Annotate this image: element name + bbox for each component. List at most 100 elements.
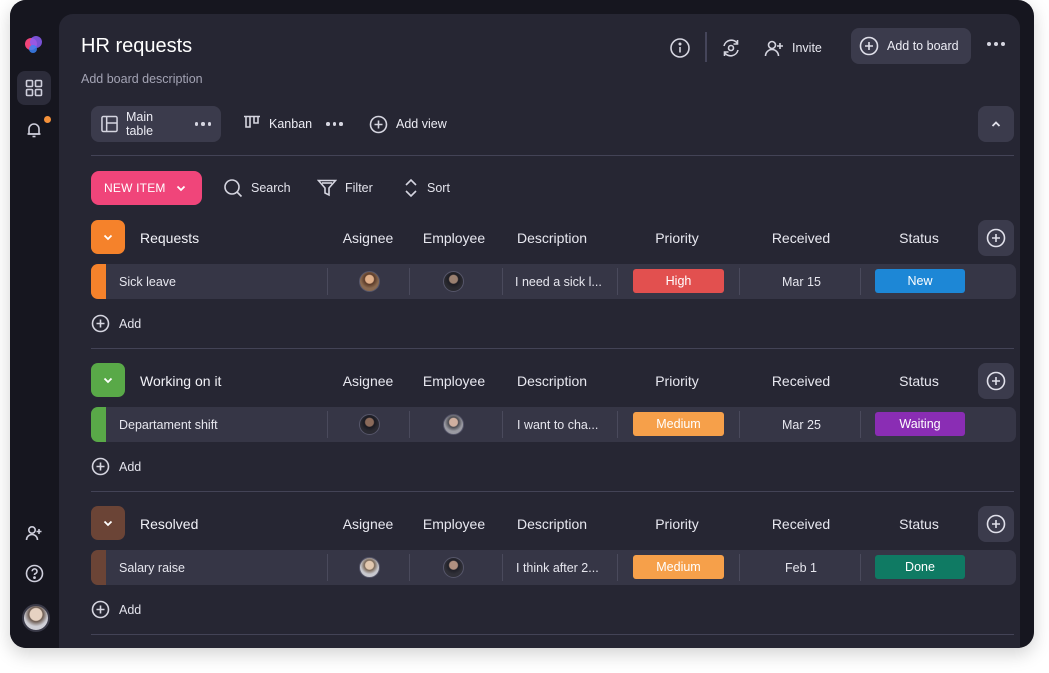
plus-circle-icon	[91, 600, 110, 619]
column-header-assignee[interactable]: Asignee	[343, 373, 394, 389]
column-header-description[interactable]: Description	[517, 230, 587, 246]
received-date[interactable]: Feb 1	[785, 550, 817, 585]
add-item-button[interactable]: Add	[91, 457, 141, 476]
search-label: Search	[251, 181, 291, 195]
add-to-board-label: Add to board	[887, 39, 959, 53]
column-header-status[interactable]: Status	[899, 230, 939, 246]
row-color-bar	[91, 550, 106, 585]
tab-options-icon[interactable]	[326, 122, 343, 126]
group-name: Requests	[140, 230, 200, 246]
received-date[interactable]: Mar 15	[782, 264, 821, 299]
group-requests: Requests Asignee Employee Description Pr…	[91, 220, 1016, 345]
status-badge[interactable]: New	[875, 269, 965, 293]
item-name[interactable]: Departament shift	[119, 407, 218, 442]
chevron-down-icon	[103, 520, 113, 527]
filter-button[interactable]: Filter	[317, 177, 373, 199]
group-working-on-it: Working on it Asignee Employee Descripti…	[91, 363, 1016, 488]
divider	[91, 491, 1014, 492]
column-header-employee[interactable]: Employee	[423, 373, 485, 389]
plus-circle-icon	[859, 36, 879, 56]
assignee-avatar[interactable]	[359, 557, 380, 578]
column-header-description[interactable]: Description	[517, 373, 587, 389]
group-resolved: Resolved Asignee Employee Description Pr…	[91, 506, 1016, 631]
user-avatar[interactable]	[22, 604, 50, 632]
employee-avatar[interactable]	[443, 271, 464, 292]
chevron-down-icon[interactable]	[175, 171, 187, 205]
collapse-header-button[interactable]	[978, 106, 1014, 142]
add-item-label: Add	[119, 459, 142, 474]
plus-circle-icon	[91, 314, 110, 333]
new-item-label: NEW ITEM	[104, 181, 166, 195]
plus-circle-icon	[986, 514, 1006, 534]
column-header-received[interactable]: Received	[772, 230, 830, 246]
column-header-priority[interactable]: Priority	[655, 373, 699, 389]
invite-button[interactable]: Invite	[764, 36, 822, 60]
header-divider	[705, 32, 707, 62]
status-badge[interactable]: Done	[875, 555, 965, 579]
column-header-status[interactable]: Status	[899, 373, 939, 389]
plus-circle-icon	[369, 115, 388, 133]
new-item-button[interactable]: NEW ITEM	[91, 171, 202, 205]
tab-main-table[interactable]: Main table	[91, 106, 221, 142]
column-header-employee[interactable]: Employee	[423, 516, 485, 532]
column-header-received[interactable]: Received	[772, 516, 830, 532]
sort-button[interactable]: Sort	[403, 177, 450, 199]
page-title: HR requests	[81, 35, 193, 57]
board-description[interactable]: Add board description	[81, 72, 203, 86]
received-date[interactable]: Mar 25	[782, 407, 821, 442]
tab-label: Main table	[126, 110, 154, 138]
add-item-button[interactable]: Add	[91, 600, 141, 619]
chevron-up-icon	[991, 121, 1001, 127]
status-badge[interactable]: Waiting	[875, 412, 965, 436]
employee-avatar[interactable]	[443, 414, 464, 435]
column-header-assignee[interactable]: Asignee	[343, 516, 394, 532]
column-header-assignee[interactable]: Asignee	[343, 230, 394, 246]
add-item-button[interactable]: Add	[91, 314, 141, 333]
priority-badge[interactable]: Medium	[633, 412, 724, 436]
info-icon[interactable]	[668, 36, 692, 60]
assignee-avatar[interactable]	[359, 271, 380, 292]
priority-badge[interactable]: High	[633, 269, 724, 293]
chevron-down-icon	[103, 234, 113, 241]
item-name[interactable]: Sick leave	[119, 264, 176, 299]
add-to-board-button[interactable]: Add to board	[851, 28, 971, 64]
more-options-icon[interactable]	[987, 42, 1005, 46]
divider	[91, 634, 1014, 635]
divider	[91, 348, 1014, 349]
column-header-status[interactable]: Status	[899, 516, 939, 532]
boards-grid-icon[interactable]	[17, 71, 51, 105]
app-logo-icon[interactable]	[17, 28, 51, 62]
add-item-label: Add	[119, 602, 142, 617]
group-toggle-button[interactable]	[91, 506, 125, 540]
tab-kanban[interactable]: Kanban	[233, 106, 353, 142]
assignee-avatar[interactable]	[359, 414, 380, 435]
row-color-bar	[91, 407, 106, 442]
table-row[interactable]: Salary raise I think after 2... Medium F…	[91, 550, 1016, 585]
sync-icon[interactable]	[719, 36, 743, 60]
table-row[interactable]: Sick leave I need a sick l... High Mar 1…	[91, 264, 1016, 299]
add-person-icon	[764, 40, 783, 57]
item-description[interactable]: I think after 2...	[516, 550, 599, 585]
column-header-priority[interactable]: Priority	[655, 516, 699, 532]
item-description[interactable]: I need a sick l...	[515, 264, 602, 299]
item-name[interactable]: Salary raise	[119, 550, 185, 585]
invite-user-icon[interactable]	[17, 516, 51, 550]
add-column-button[interactable]	[978, 363, 1014, 399]
group-toggle-button[interactable]	[91, 220, 125, 254]
table-row[interactable]: Departament shift I want to cha... Mediu…	[91, 407, 1016, 442]
notifications-bell-icon[interactable]	[17, 113, 51, 147]
tab-options-icon[interactable]	[194, 122, 211, 126]
search-button[interactable]: Search	[223, 177, 291, 199]
group-toggle-button[interactable]	[91, 363, 125, 397]
add-view-button[interactable]: Add view	[359, 106, 457, 142]
add-column-button[interactable]	[978, 220, 1014, 256]
add-column-button[interactable]	[978, 506, 1014, 542]
item-description[interactable]: I want to cha...	[517, 407, 598, 442]
column-header-employee[interactable]: Employee	[423, 230, 485, 246]
column-header-received[interactable]: Received	[772, 373, 830, 389]
employee-avatar[interactable]	[443, 557, 464, 578]
column-header-priority[interactable]: Priority	[655, 230, 699, 246]
priority-badge[interactable]: Medium	[633, 555, 724, 579]
column-header-description[interactable]: Description	[517, 516, 587, 532]
help-icon[interactable]	[17, 556, 51, 590]
